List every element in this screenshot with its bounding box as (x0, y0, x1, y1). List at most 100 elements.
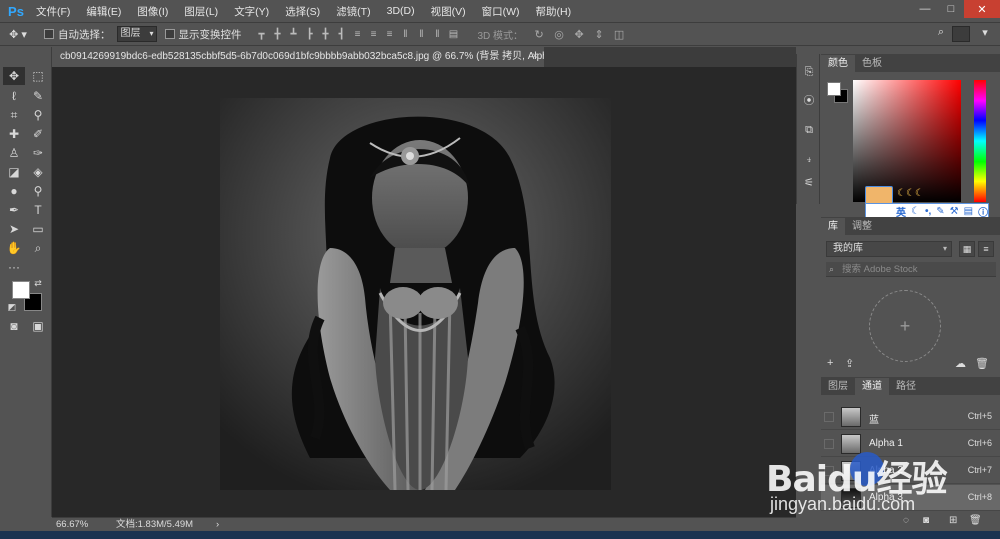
marquee-tool-icon[interactable]: ⬚ (27, 67, 49, 85)
auto-select-dropdown[interactable]: 图层 ▾ (116, 26, 157, 42)
properties-panel-icon[interactable]: ⧉ (799, 120, 819, 140)
menu-filter[interactable]: 滤镜(T) (328, 4, 378, 19)
3d-rotate-icon[interactable]: ↻ (529, 28, 549, 41)
menu-view[interactable]: 视图(V) (423, 4, 474, 19)
menu-window[interactable]: 窗口(W) (474, 4, 528, 19)
tab-color[interactable]: 颜色 (821, 55, 855, 72)
menu-help[interactable]: 帮助(H) (528, 4, 580, 19)
visibility-toggle[interactable] (824, 493, 834, 503)
visibility-toggle[interactable] (824, 412, 834, 422)
search-icon[interactable]: ⌕ (930, 26, 952, 42)
move-tool-preset-icon[interactable]: ✥ ▾ (0, 28, 36, 41)
chevron-down-icon[interactable]: ▾ (974, 26, 996, 42)
align-right-icon[interactable]: ┫ (334, 29, 350, 40)
tab-swatches[interactable]: 色板 (855, 55, 889, 72)
menu-edit[interactable]: 编辑(E) (78, 4, 129, 19)
visibility-toggle[interactable] (824, 439, 834, 449)
quick-mask-icon[interactable]: ◙ (3, 317, 25, 335)
zoom-level[interactable]: 66.67% (56, 518, 88, 531)
3d-roll-icon[interactable]: ◎ (549, 28, 569, 41)
menu-layer[interactable]: 图层(L) (176, 4, 226, 19)
screen-mode-icon[interactable]: ▣ (27, 317, 49, 335)
document-image[interactable] (220, 98, 611, 490)
dodge-tool-icon[interactable]: ⚲ (27, 182, 49, 200)
distribute-right-icon[interactable]: ‖ (430, 29, 446, 40)
crop-tool-icon[interactable]: ⌗ (3, 106, 25, 124)
auto-align-icon[interactable]: ▤ (446, 29, 462, 40)
3d-drag-icon[interactable]: ✥ (569, 28, 589, 41)
punctuation-icon[interactable]: •, (925, 206, 931, 217)
align-left-icon[interactable]: ┣ (302, 29, 318, 40)
menu-3d[interactable]: 3D(D) (379, 5, 423, 17)
tab-paths[interactable]: 路径 (889, 378, 923, 395)
path-select-tool-icon[interactable]: ➤ (3, 220, 25, 238)
channel-row[interactable]: Alpha 1 Ctrl+6 (821, 431, 1000, 457)
document-tab[interactable]: cb0914269919bdc6-edb528135cbbf5d5-6b7d0c… (52, 47, 544, 67)
align-top-icon[interactable]: ┳ (254, 29, 270, 40)
tab-channels[interactable]: 通道 (855, 378, 889, 395)
distribute-top-icon[interactable]: ≡ (350, 29, 366, 40)
align-hcenter-icon[interactable]: ╋ (318, 29, 334, 40)
3d-scale-icon[interactable]: ◫ (609, 28, 629, 41)
menu-file[interactable]: 文件(F) (28, 4, 78, 19)
type-tool-icon[interactable]: T (27, 201, 49, 219)
minimize-button[interactable]: — (912, 0, 938, 18)
color-panel-foreground[interactable] (827, 82, 841, 96)
stock-search-input[interactable]: ⌕ 搜索 Adobe Stock (826, 262, 996, 277)
swap-colors-icon[interactable]: ⇄ (32, 277, 44, 289)
keyboard-icon[interactable]: ✎ (936, 206, 944, 217)
list-view-icon[interactable]: ≡ (978, 241, 994, 257)
channel-row-selected[interactable]: Alpha 3 Ctrl+8 (821, 485, 1000, 511)
upload-icon[interactable]: ⇪ (845, 357, 854, 370)
move-tool-icon[interactable]: ✥ (3, 67, 25, 85)
menu-icon[interactable]: ▤ (964, 206, 973, 217)
show-transform-checkbox[interactable] (164, 29, 175, 39)
brush-panel-icon[interactable]: ⍖ (799, 150, 819, 170)
close-window-button[interactable]: ✕ (964, 0, 1000, 18)
clone-stamp-tool-icon[interactable]: ♙ (3, 144, 25, 162)
adjustments-panel-icon[interactable]: ⚟ (799, 172, 819, 192)
tab-libraries[interactable]: 库 (821, 218, 845, 235)
color-picker-field[interactable] (853, 80, 961, 202)
auto-select-checkbox[interactable] (44, 29, 54, 39)
channel-row[interactable]: Alpha 2 Ctrl+7 (821, 458, 1000, 484)
history-panel-icon[interactable]: ⎘ (799, 62, 819, 82)
load-selection-icon[interactable]: ◌ (903, 515, 909, 526)
menu-image[interactable]: 图像(I) (129, 4, 176, 19)
hand-tool-icon[interactable]: ✋ (3, 239, 25, 257)
blur-tool-icon[interactable]: ● (3, 182, 25, 200)
pen-tool-icon[interactable]: ✒ (3, 201, 25, 219)
cloud-sync-icon[interactable]: ☁ (955, 357, 966, 370)
canvas-area[interactable] (52, 67, 796, 517)
save-selection-icon[interactable]: ◙ (923, 515, 929, 526)
lasso-tool-icon[interactable]: ℓ (3, 87, 25, 105)
quick-select-tool-icon[interactable]: ✎ (27, 87, 49, 105)
default-colors-icon[interactable]: ◩ (6, 301, 18, 313)
align-bottom-icon[interactable]: ┻ (286, 29, 302, 40)
visibility-toggle[interactable] (824, 466, 834, 476)
channel-row[interactable]: 蓝 Ctrl+5 (821, 404, 1000, 430)
brush-tool-icon[interactable]: ✐ (27, 125, 49, 143)
grid-view-icon[interactable]: ▦ (959, 241, 975, 257)
align-vcenter-icon[interactable]: ╋ (270, 29, 286, 40)
trash-icon[interactable]: 🗑 (975, 357, 989, 370)
status-menu-arrow[interactable]: › (216, 518, 219, 531)
maximize-button[interactable]: □ (938, 0, 964, 18)
trash-icon[interactable]: 🗑 (969, 515, 982, 526)
wrench-icon[interactable]: ⚒ (950, 206, 959, 217)
add-element-icon[interactable]: + (827, 357, 833, 369)
workspace-switcher[interactable] (952, 26, 970, 42)
healing-brush-tool-icon[interactable]: ✚ (3, 125, 25, 143)
zoom-tool-icon[interactable]: ⌕ (27, 239, 49, 257)
hue-slider[interactable] (974, 80, 986, 202)
history-brush-tool-icon[interactable]: ✑ (27, 144, 49, 162)
new-channel-icon[interactable]: ⊞ (949, 515, 957, 526)
distribute-vcenter-icon[interactable]: ≡ (366, 29, 382, 40)
close-tab-icon[interactable]: × (532, 47, 538, 67)
menu-select[interactable]: 选择(S) (277, 4, 328, 19)
moon-icon[interactable]: ☾ (911, 206, 920, 217)
library-dropdown[interactable]: 我的库 ▾ (826, 241, 952, 257)
actions-panel-icon[interactable]: ⦿ (799, 90, 819, 110)
add-content-drop-zone[interactable]: + (869, 290, 941, 362)
eyedropper-tool-icon[interactable]: ⚲ (27, 106, 49, 124)
